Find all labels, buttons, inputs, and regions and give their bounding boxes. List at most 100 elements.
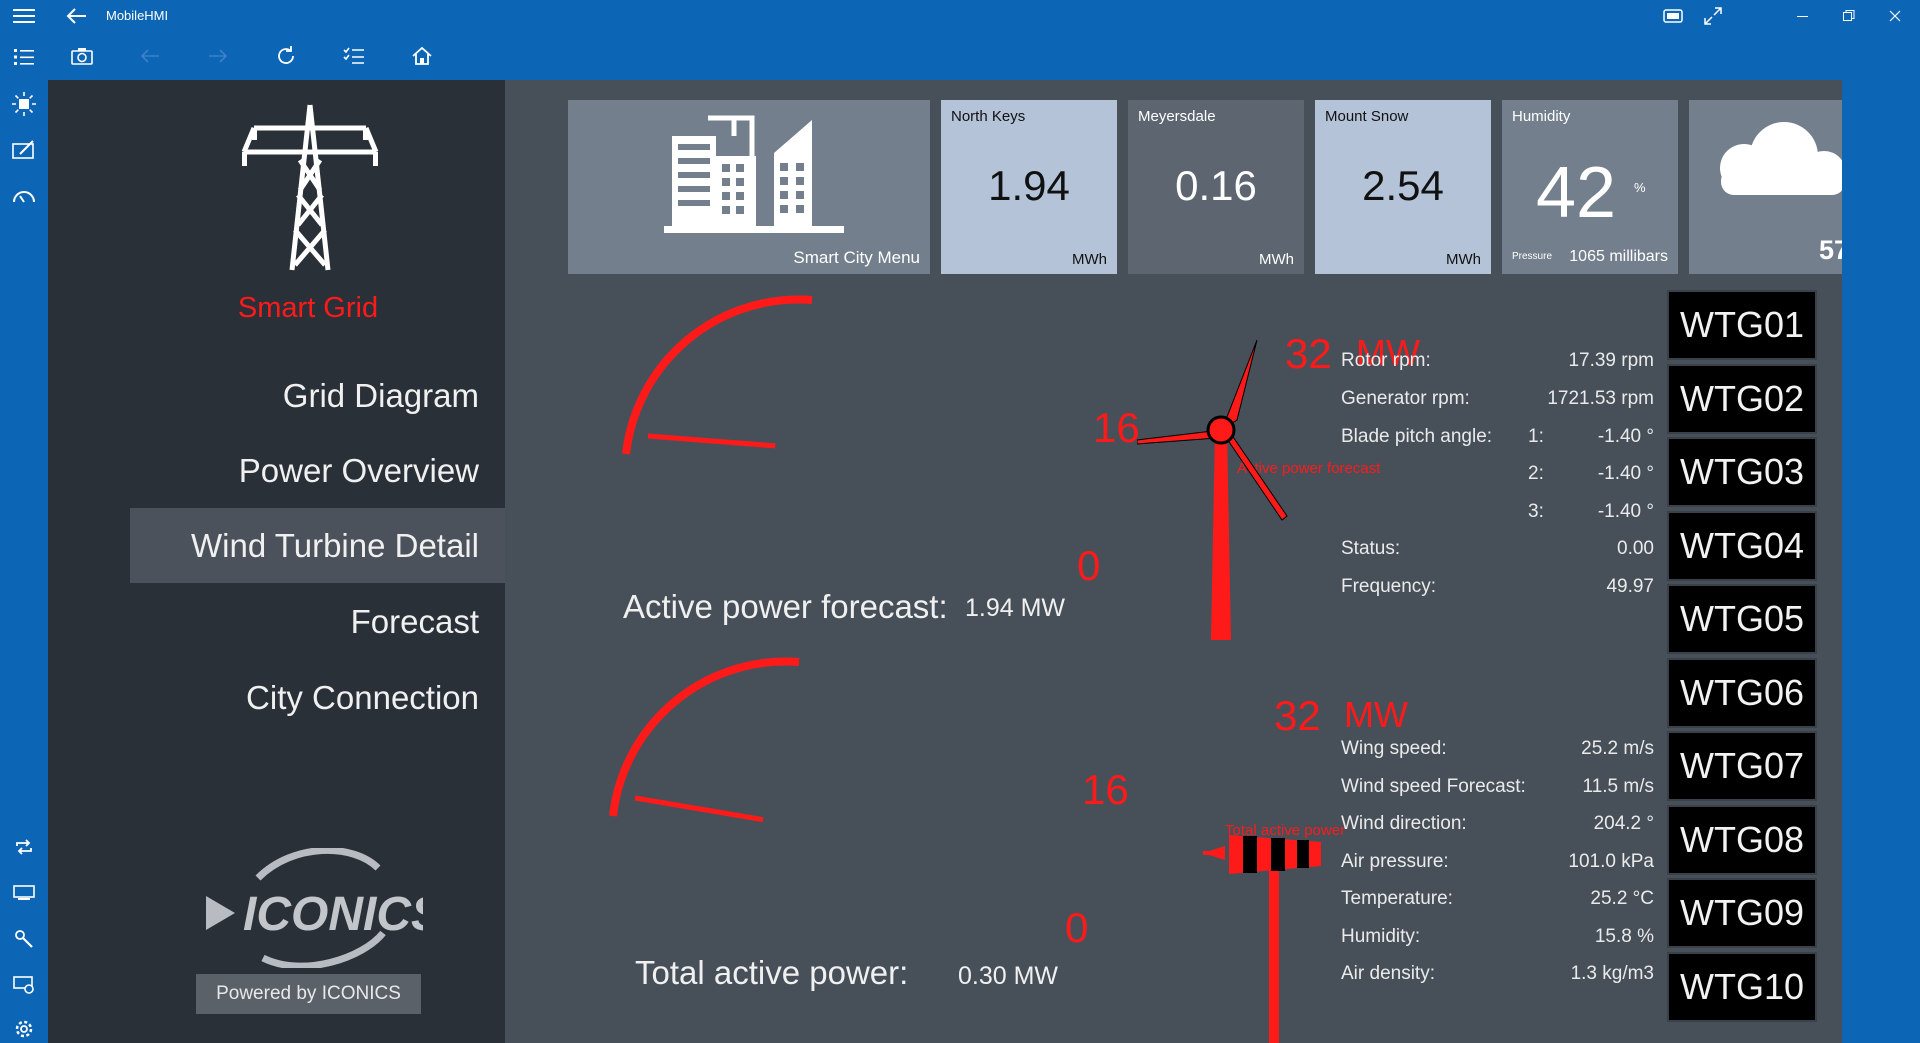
nav-back-button[interactable] (116, 32, 184, 80)
monitor-icon (13, 885, 35, 900)
tablet-mode-button[interactable] (1655, 0, 1691, 32)
humidity-unit: % (1634, 180, 1646, 195)
gauge1-label: Active power forecast: (623, 588, 948, 625)
gauge2-unit: MW (1344, 694, 1408, 735)
wtg-button-01[interactable]: WTG01 (1667, 290, 1817, 360)
home-button[interactable] (388, 32, 456, 80)
tile-label: Mount Snow (1325, 108, 1409, 125)
powered-by-button[interactable]: Powered by ICONICS (196, 974, 421, 1014)
back-button[interactable] (52, 0, 100, 32)
sun-icon (12, 92, 36, 116)
back-arrow-icon (66, 8, 86, 24)
gauge-total-active-power (609, 657, 800, 823)
checklist-icon (343, 47, 364, 64)
tile-value: 2.54 (1362, 162, 1444, 209)
pressure-value: 1065 millibars (1569, 248, 1668, 265)
refresh-button[interactable] (252, 32, 320, 80)
wtg-button-06[interactable]: WTG06 (1667, 658, 1817, 728)
checklist-button[interactable] (320, 32, 388, 80)
refresh-icon (278, 46, 294, 64)
speedometer-icon (13, 191, 35, 203)
right-margin (1842, 80, 1920, 1043)
wtg-button-07[interactable]: WTG07 (1667, 731, 1817, 801)
fullscreen-button[interactable] (1695, 0, 1731, 32)
nav-item-city-connection[interactable]: City Connection (130, 660, 505, 735)
mount-snow-tile[interactable]: Mount Snow 2.54 MWh (1315, 100, 1491, 274)
connection-icon (13, 976, 34, 994)
nav-item-power-overview[interactable]: Power Overview (130, 433, 505, 508)
pressure-label: Pressure (1512, 251, 1553, 262)
smart-city-menu-label: Smart City Menu (793, 248, 920, 267)
tablet-icon (1663, 9, 1683, 23)
gauge-arc (609, 657, 800, 817)
tile-label: North Keys (951, 108, 1026, 125)
wtg-button-10[interactable]: WTG10 (1667, 952, 1817, 1022)
gauge1-min-label: 0 (1077, 542, 1101, 589)
connections-button[interactable] (0, 963, 48, 1007)
tools-button[interactable] (0, 917, 48, 961)
edit-button[interactable] (0, 128, 48, 172)
logo-text: ICONICS (243, 888, 423, 941)
wind-turbine-icon (1137, 339, 1288, 640)
minimize-button[interactable] (1780, 0, 1826, 32)
meyersdale-tile[interactable]: Meyersdale 0.16 MWh (1128, 100, 1304, 274)
close-icon (1889, 10, 1901, 22)
arrow-right-icon (209, 49, 228, 63)
gauge-arc (622, 295, 813, 455)
gauge-needle (647, 433, 776, 449)
tile-label: Humidity (1512, 108, 1571, 125)
screenshot-button[interactable] (48, 32, 116, 80)
tile-unit: MWh (1259, 251, 1294, 268)
wrench-icon (15, 930, 33, 948)
nav-title: Smart Grid (237, 292, 379, 324)
wtg-button-03[interactable]: WTG03 (1667, 437, 1817, 507)
turbine-data: Rotor rpm: 17.39 rpm Generator rpm: 1721.5… (1341, 350, 1654, 597)
wtg-button-05[interactable]: WTG05 (1667, 584, 1817, 654)
expand-icon (1704, 7, 1722, 25)
windsock-icon (1203, 835, 1321, 1043)
nav-item-grid-diagram[interactable]: Grid Diagram (130, 358, 505, 433)
sync-button[interactable] (0, 825, 48, 869)
city-buildings-icon (664, 115, 844, 233)
hamburger-menu-button[interactable] (0, 0, 48, 32)
close-button[interactable] (1872, 0, 1918, 32)
wtg-button-04[interactable]: WTG04 (1667, 511, 1817, 581)
title-bar: MobileHMI (0, 0, 1920, 32)
minimize-icon (1797, 16, 1808, 17)
gauge1-mid-label: 16 (1093, 404, 1140, 451)
gauge2-mid-label: 16 (1082, 766, 1129, 813)
smart-city-menu-tile[interactable]: Smart City Menu (568, 100, 930, 274)
content-area: Smart Grid Grid Diagram Power Overview W… (48, 80, 1869, 1043)
weather-data: Wing speed: 25.2 m/s Wind speed Forecast:… (1341, 738, 1654, 984)
north-keys-tile[interactable]: North Keys 1.94 MWh (941, 100, 1117, 274)
gauge-active-power-forecast (622, 295, 813, 455)
iconics-logo: ICONICS (206, 848, 423, 968)
app-title: MobileHMI (106, 8, 169, 23)
wtg-button-08[interactable]: WTG08 (1667, 805, 1817, 875)
hamburger-icon (13, 9, 35, 23)
gauge1-value: 1.94 MW (965, 594, 1066, 622)
gauge-button[interactable] (0, 174, 48, 218)
nav-item-forecast[interactable]: Forecast (130, 584, 505, 659)
nav-forward-button[interactable] (184, 32, 252, 80)
list-button[interactable] (0, 35, 48, 79)
settings-button[interactable] (0, 1007, 48, 1043)
edit-icon (12, 140, 34, 159)
cloud-icon (1720, 122, 1846, 195)
wtg-button-09[interactable]: WTG09 (1667, 878, 1817, 948)
gauge2-value: 0.30 MW (958, 962, 1059, 990)
sync-icon (16, 839, 32, 855)
tile-label: Meyersdale (1138, 108, 1216, 125)
left-rail (0, 32, 48, 1043)
humidity-value: 42 (1536, 153, 1617, 233)
gauge2-label: Total active power: (635, 954, 909, 991)
brightness-button[interactable] (0, 82, 48, 126)
humidity-tile[interactable]: Humidity 42 % Pressure 1065 millibars (1502, 100, 1678, 274)
power-tower-icon (241, 104, 379, 271)
camera-icon (71, 48, 93, 65)
device-button[interactable] (0, 871, 48, 915)
wtg-button-02[interactable]: WTG02 (1667, 364, 1817, 434)
nav-item-wind-turbine-detail[interactable]: Wind Turbine Detail (130, 508, 505, 583)
restore-button[interactable] (1826, 0, 1872, 32)
gear-icon (15, 1020, 33, 1038)
